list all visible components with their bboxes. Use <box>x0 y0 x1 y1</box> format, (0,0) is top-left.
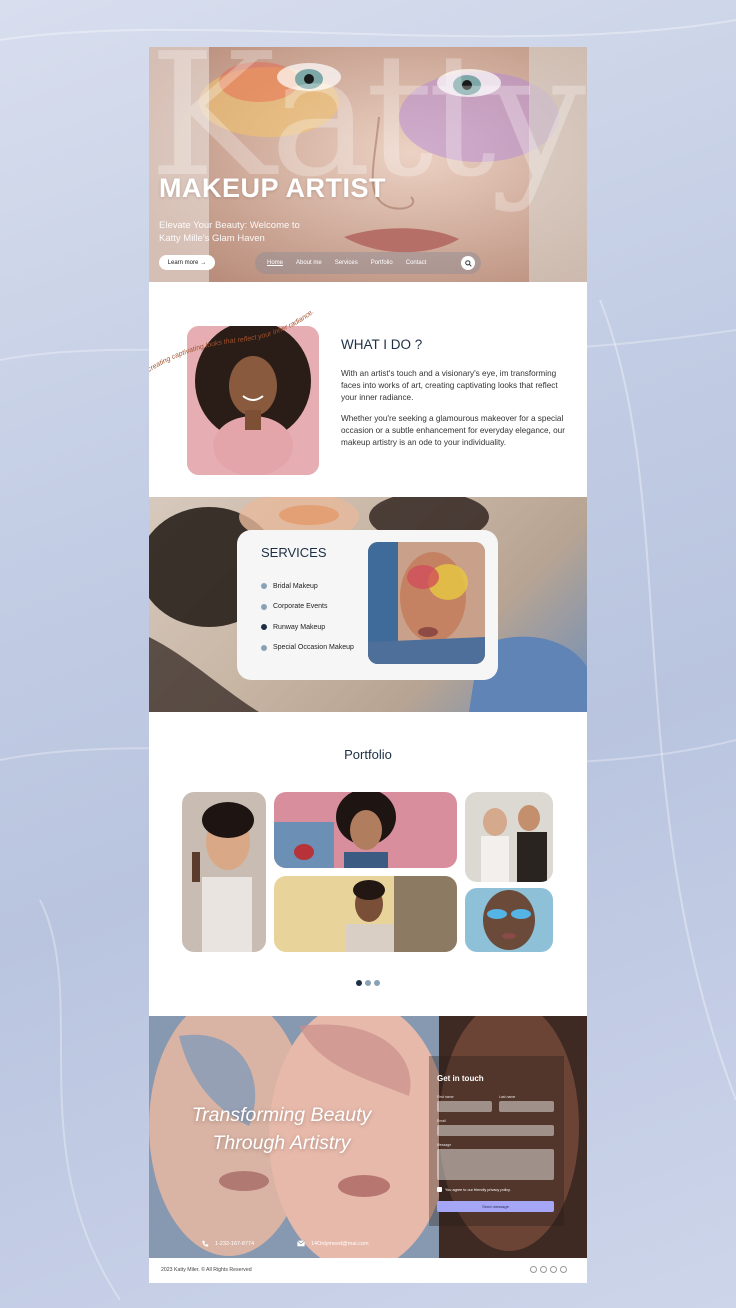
service-item[interactable]: Corporate Events <box>261 597 354 618</box>
portfolio-section: Portfolio <box>149 712 587 1016</box>
last-name-field[interactable] <box>499 1101 554 1112</box>
tagline-line-1: Transforming Beauty <box>191 1104 372 1126</box>
bullet-dot <box>261 624 267 631</box>
search-button[interactable] <box>461 256 475 270</box>
twitter-icon[interactable] <box>540 1266 547 1273</box>
email-field[interactable] <box>437 1125 554 1136</box>
privacy-label: You agree to our friendly privacy policy… <box>445 1187 511 1192</box>
service-label: Corporate Events <box>273 603 328 611</box>
message-label: Message <box>437 1143 452 1147</box>
bullet-dot <box>261 644 267 651</box>
contact-section: Transforming Beauty Through Artistry Get… <box>149 1016 587 1258</box>
portfolio-image[interactable] <box>465 888 553 952</box>
hero-section: Katty MAKEUP ARTIST Elevate Your Beauty:… <box>149 47 587 282</box>
privacy-checkbox[interactable] <box>437 1187 442 1192</box>
landing-page: Katty MAKEUP ARTIST Elevate Your Beauty:… <box>149 47 587 1283</box>
what-i-do-paragraph-1: With an artist's touch and a visionary's… <box>341 369 558 402</box>
bullet-dot <box>261 583 267 590</box>
first-name-field[interactable] <box>437 1101 492 1112</box>
what-i-do-paragraph-2: Whether you're seeking a glamourous make… <box>341 414 565 447</box>
portfolio-image[interactable] <box>274 792 457 868</box>
mail-icon <box>297 1240 305 1247</box>
arc-text-path: creating captivating looks that reflect … <box>149 308 315 373</box>
copyright-text: 2023 Katty Miler. © All Rights Reserved <box>161 1267 252 1273</box>
last-name-label: Last name <box>499 1095 516 1099</box>
contact-phone[interactable]: 1-232-167-8774 <box>201 1240 254 1248</box>
portfolio-image[interactable] <box>465 792 553 882</box>
what-i-do-section: creating captivating looks that reflect … <box>149 282 587 497</box>
hero-subtitle: Elevate Your Beauty: Welcome to Katty Mi… <box>159 220 300 244</box>
footer: 2023 Katty Miler. © All Rights Reserved <box>149 1258 587 1283</box>
what-i-do-heading: WHAT I DO ? <box>341 337 423 352</box>
nav-item-portfolio[interactable]: Portfolio <box>371 260 393 266</box>
learn-more-label: Learn more <box>167 259 199 266</box>
search-icon <box>464 259 472 267</box>
first-name-label: First name <box>437 1095 454 1099</box>
instagram-icon[interactable] <box>550 1266 557 1273</box>
tagline-line-2: Through Artistry <box>212 1132 351 1154</box>
service-label: Bridal Makeup <box>273 582 318 590</box>
svg-text:creating captivating looks tha: creating captivating looks that reflect … <box>149 308 315 373</box>
pager-dot[interactable] <box>374 980 380 986</box>
service-label: Special Occasion Makeup <box>273 644 354 652</box>
main-nav: Home About me Services Portfolio Contact <box>255 252 481 274</box>
nav-item-contact[interactable]: Contact <box>406 260 427 266</box>
phone-icon <box>202 1240 209 1247</box>
bullet-dot <box>261 603 267 610</box>
arrow-right-icon: → <box>200 259 207 266</box>
send-message-button[interactable]: Send message <box>437 1201 554 1212</box>
nav-item-about[interactable]: About me <box>296 260 322 266</box>
email-address: 14Onlymeed@mai.com <box>311 1240 369 1247</box>
contact-tagline: Transforming Beauty Through Artistry <box>169 1101 394 1157</box>
services-section: SERVICES Bridal Makeup Corporate Events … <box>149 497 587 712</box>
social-links <box>530 1266 567 1273</box>
nav-item-services[interactable]: Services <box>335 260 358 266</box>
portfolio-image[interactable] <box>274 876 457 952</box>
email-label: Email <box>437 1119 446 1123</box>
arc-text: creating captivating looks that reflect … <box>149 308 315 373</box>
service-item[interactable]: Bridal Makeup <box>261 576 354 597</box>
nav-item-home[interactable]: Home <box>267 260 283 266</box>
facebook-icon[interactable] <box>530 1266 537 1273</box>
hero-title: MAKEUP ARTIST <box>159 173 387 203</box>
services-image <box>368 542 485 664</box>
service-label: Runway Makeup <box>273 623 326 631</box>
services-heading: SERVICES <box>261 545 327 560</box>
pager-dot[interactable] <box>356 980 362 986</box>
service-item[interactable]: Special Occasion Makeup <box>261 638 354 659</box>
service-item[interactable]: Runway Makeup <box>261 617 354 638</box>
contact-email[interactable]: 14Onlymeed@mai.com <box>297 1240 369 1247</box>
services-list: Bridal Makeup Corporate Events Runway Ma… <box>261 576 354 658</box>
portfolio-image[interactable] <box>182 792 266 952</box>
portfolio-pager <box>356 980 380 986</box>
phone-number: 1-232-167-8774 <box>215 1241 255 1247</box>
pager-dot[interactable] <box>365 980 371 986</box>
services-card: SERVICES Bridal Makeup Corporate Events … <box>237 530 498 680</box>
contact-form-title: Get in touch <box>437 1074 484 1083</box>
portfolio-heading: Portfolio <box>344 747 392 762</box>
linkedin-icon[interactable] <box>560 1266 567 1273</box>
privacy-agree[interactable]: You agree to our friendly privacy policy… <box>437 1187 511 1192</box>
learn-more-button[interactable]: Learn more → <box>159 255 215 270</box>
message-field[interactable] <box>437 1149 554 1180</box>
